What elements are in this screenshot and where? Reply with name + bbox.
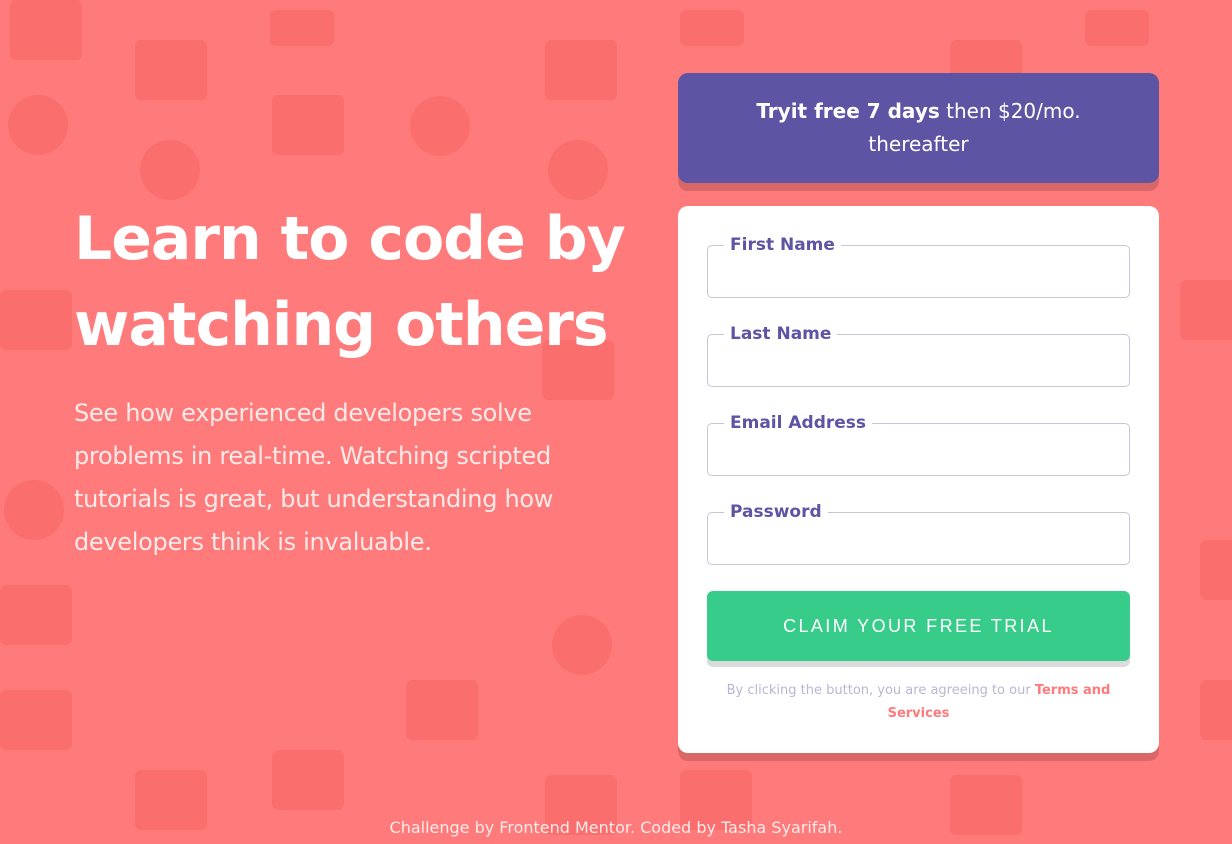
bar-chart-icon bbox=[272, 750, 344, 810]
terms-notice: By clicking the button, you are agreeing… bbox=[707, 679, 1130, 725]
password-input[interactable] bbox=[720, 522, 1117, 562]
last-name-field: Last Name bbox=[707, 324, 1130, 387]
bar-chart-icon bbox=[1180, 280, 1232, 340]
promo-text: Tryit free 7 days then $20/mo. thereafte… bbox=[738, 95, 1099, 161]
network-icon bbox=[548, 140, 608, 200]
web-page-icon bbox=[0, 690, 72, 750]
lightbulb-icon bbox=[552, 615, 612, 675]
web-page-icon bbox=[1200, 680, 1232, 740]
password-field: Password bbox=[707, 502, 1130, 565]
bar-chart-icon bbox=[680, 10, 744, 46]
network-icon bbox=[140, 140, 200, 200]
headset-icon bbox=[410, 96, 470, 156]
password-label: Password bbox=[730, 502, 822, 522]
bar-chart-icon bbox=[1085, 10, 1149, 46]
promo-banner: Tryit free 7 days then $20/mo. thereafte… bbox=[678, 73, 1159, 183]
terms-text: By clicking the button, you are agreeing… bbox=[726, 683, 1035, 698]
web-page-icon bbox=[0, 585, 72, 645]
hero-section: Learn to code by watching others See how… bbox=[74, 196, 634, 564]
bar-chart-icon bbox=[270, 10, 334, 46]
email-input[interactable] bbox=[720, 433, 1117, 473]
first-name-input[interactable] bbox=[720, 255, 1117, 295]
first-name-label: First Name bbox=[730, 235, 835, 255]
promo-bold-text: Tryit free 7 days bbox=[756, 99, 940, 123]
headset-icon bbox=[8, 95, 68, 155]
signup-form: First Name Last Name Email Address Passw… bbox=[678, 206, 1159, 753]
gear-icon bbox=[4, 480, 64, 540]
bar-chart-icon bbox=[0, 290, 72, 350]
last-name-input[interactable] bbox=[720, 344, 1117, 384]
magnet-icon bbox=[10, 0, 82, 60]
web-page-icon bbox=[406, 680, 478, 740]
toolbox-icon bbox=[272, 95, 344, 155]
email-field: Email Address bbox=[707, 413, 1130, 476]
email-label: Email Address bbox=[730, 413, 867, 433]
last-name-label: Last Name bbox=[730, 324, 832, 344]
first-name-field: First Name bbox=[707, 235, 1130, 298]
web-page-icon bbox=[1200, 540, 1232, 600]
hero-description: See how experienced developers solve pro… bbox=[74, 399, 554, 556]
claim-trial-button[interactable]: CLAIM YOUR FREE TRIAL bbox=[707, 591, 1130, 661]
web-page-icon bbox=[545, 40, 617, 100]
attribution-footer: Challenge by Frontend Mentor. Coded by T… bbox=[389, 818, 843, 837]
web-page-icon bbox=[135, 40, 207, 100]
hero-title: Learn to code by watching others bbox=[74, 204, 626, 360]
